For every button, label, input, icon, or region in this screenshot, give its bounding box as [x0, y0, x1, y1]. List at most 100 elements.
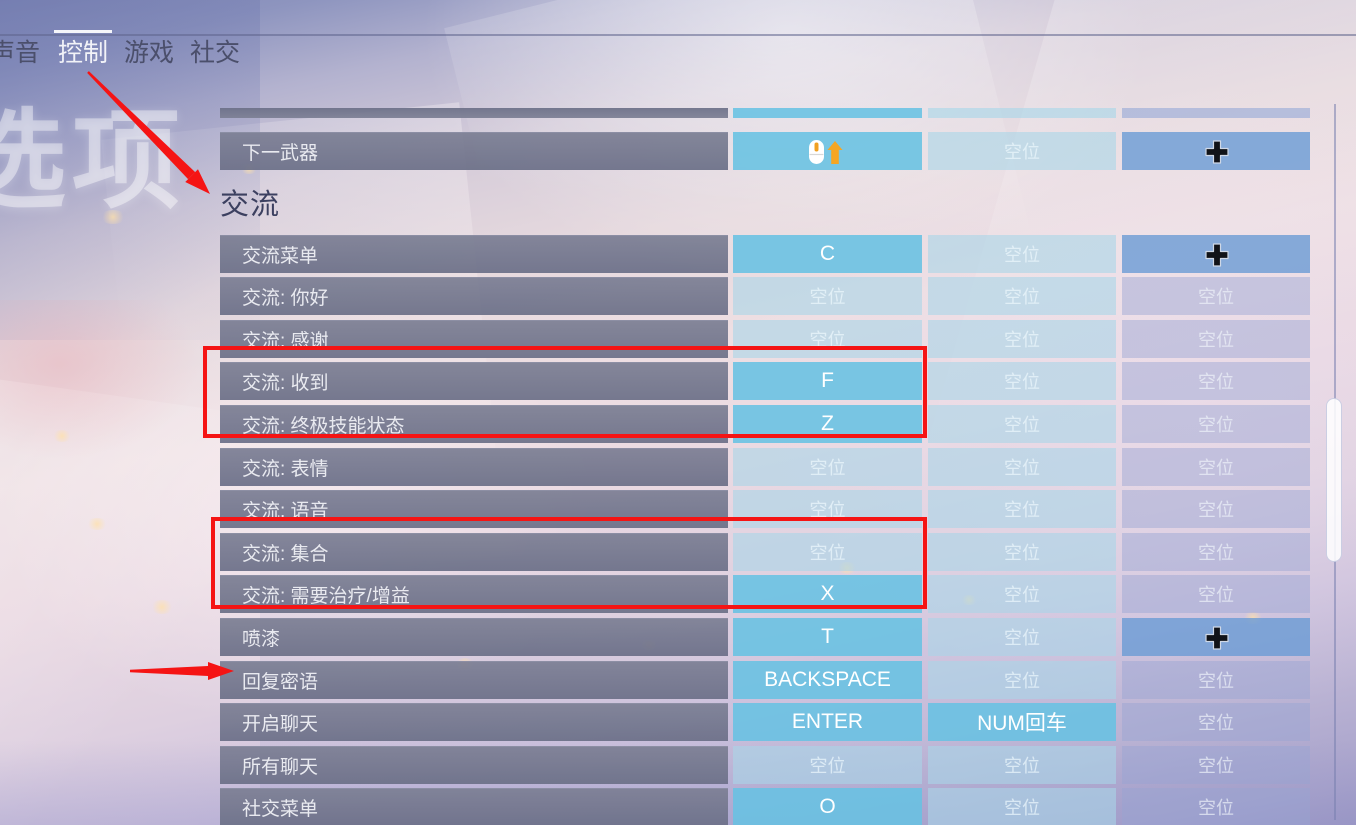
keybind-slot-1[interactable]: T — [733, 618, 922, 656]
keybind-slot-1[interactable]: 空位 — [733, 277, 922, 316]
keybind-slot-2[interactable]: 空位 — [928, 490, 1116, 529]
keybind-slot-1[interactable]: ENTER — [733, 703, 922, 742]
keybind-value: 空位 — [1004, 329, 1040, 350]
keybind-slot-3[interactable]: 空位 — [1122, 575, 1310, 614]
keybind-value: NUM回车 — [977, 712, 1067, 736]
keybind-slot-1[interactable]: C — [733, 234, 922, 273]
keybind-value: 空位 — [1198, 585, 1234, 606]
keybind-slot-2[interactable]: 空位 — [928, 618, 1116, 656]
keybind-value: 空位 — [1004, 142, 1040, 162]
dpad-icon — [1203, 624, 1229, 650]
keybind-value: 空位 — [1198, 713, 1234, 734]
keybind-row[interactable]: 回复密语 BACKSPACE 空位 空位 — [0, 660, 1320, 699]
keybind-slot-2[interactable]: 空位 — [928, 788, 1116, 825]
keybind-slot-2[interactable]: 空位 — [928, 575, 1116, 614]
keybind-row[interactable]: 交流: 你好 空位 空位 空位 — [0, 277, 1320, 316]
tab-label: 控制 — [58, 39, 109, 67]
keybind-slot-1[interactable]: BACKSPACE — [733, 660, 922, 699]
keybind-action-label: 开启聊天 — [220, 703, 728, 742]
keybind-slot-1[interactable]: 空位 — [733, 447, 922, 486]
keybind-slot-3[interactable]: 空位 — [1122, 660, 1310, 699]
keybind-action-label: 喷漆 — [220, 618, 728, 656]
keybind-slot-2[interactable]: 空位 — [928, 745, 1116, 784]
keybind-value: 空位 — [1004, 415, 1040, 435]
keybind-action-label: 交流: 集合 — [220, 532, 728, 571]
keybind-slot-3[interactable]: 空位 — [1122, 277, 1310, 316]
keybind-row[interactable]: 下一武器 空位 — [0, 132, 1320, 170]
keybind-row[interactable]: 交流: 语音 空位 空位 空位 — [0, 490, 1320, 529]
keybind-slot-2[interactable]: NUM回车 — [928, 703, 1116, 742]
keybind-row[interactable]: 交流: 收到 F 空位 空位 — [0, 362, 1320, 401]
keybind-slot-1[interactable]: F — [733, 362, 922, 401]
keybind-slot-2[interactable]: 空位 — [928, 319, 1116, 358]
keybind-slot-2[interactable]: 空位 — [928, 362, 1116, 401]
keybind-slot-3[interactable] — [1122, 618, 1310, 656]
keybind-slot-1[interactable]: X — [733, 575, 922, 614]
keybind-row[interactable]: 交流: 集合 空位 空位 空位 — [0, 532, 1320, 571]
tab-2[interactable]: 游戏 — [120, 36, 178, 70]
keybind-value: ENTER — [791, 710, 864, 734]
scrollbar-thumb[interactable] — [1326, 397, 1342, 563]
keybind-value: 空位 — [1198, 670, 1234, 691]
keybind-value: 空位 — [1198, 500, 1234, 521]
clipped-row-above — [0, 108, 1320, 118]
keybind-action-label: 下一武器 — [220, 132, 728, 170]
keybind-slot-1[interactable]: 空位 — [733, 490, 922, 529]
mouse-scroll-up-icon — [805, 138, 851, 164]
keybind-row[interactable]: 交流菜单 C 空位 — [0, 234, 1320, 273]
keybind-slot-1[interactable]: 空位 — [733, 532, 922, 571]
keybind-slot-3[interactable] — [1122, 234, 1310, 273]
keybind-slot-3[interactable]: 空位 — [1122, 319, 1310, 358]
keybind-row[interactable]: 所有聊天 空位 空位 空位 — [0, 745, 1320, 784]
keybind-slot-2[interactable]: 空位 — [928, 234, 1116, 273]
keybind-action-label: 交流: 表情 — [220, 447, 728, 486]
keybind-value: O — [819, 795, 836, 819]
keybind-slot-3[interactable]: 空位 — [1122, 362, 1310, 401]
keybind-slot-3[interactable]: 空位 — [1122, 532, 1310, 571]
keybind-row[interactable]: 交流: 感谢 空位 空位 空位 — [0, 319, 1320, 358]
dpad-icon — [1203, 138, 1229, 164]
keybind-slot-2[interactable]: 空位 — [928, 660, 1116, 699]
keybind-slot-3[interactable] — [1122, 132, 1310, 170]
keybind-slot-2[interactable]: 空位 — [928, 447, 1116, 486]
keybind-slot-2[interactable]: 空位 — [928, 532, 1116, 571]
scrollbar[interactable] — [1326, 104, 1342, 820]
keybind-slot-3[interactable]: 空位 — [1122, 703, 1310, 742]
keybind-slot-2[interactable]: 空位 — [928, 132, 1116, 170]
keybind-slot-3[interactable]: 空位 — [1122, 405, 1310, 443]
keybind-slot-1[interactable] — [733, 132, 922, 170]
keybind-list[interactable]: 下一武器 空位 交流 交流菜单 C 空位 交流: 你好 空位 空位 空位 交流: 感谢 空位 空位 空位交… — [0, 118, 1320, 825]
keybind-value: 空位 — [809, 457, 846, 478]
keybind-value: X — [820, 582, 835, 606]
keybind-value: Z — [821, 412, 834, 435]
keybind-value: C — [819, 241, 836, 265]
keybind-slot-2[interactable]: 空位 — [928, 277, 1116, 316]
keybind-slot-1[interactable]: Z — [733, 405, 922, 443]
keybind-value: 空位 — [809, 755, 846, 776]
tab-0[interactable]: 声音 — [0, 36, 44, 70]
keybind-row[interactable]: 交流: 需要治疗/增益 X 空位 空位 — [0, 575, 1320, 614]
keybind-row[interactable]: 开启聊天 ENTER NUM回车 空位 — [0, 703, 1320, 742]
keybind-action-label: 交流: 需要治疗/增益 — [220, 575, 728, 614]
tab-label: 游戏 — [124, 39, 175, 67]
keybind-row[interactable]: 交流: 表情 空位 空位 空位 — [0, 447, 1320, 486]
keybind-row[interactable]: 社交菜单 O 空位 空位 — [0, 788, 1320, 825]
keybind-slot-1[interactable]: 空位 — [733, 745, 922, 784]
tab-3[interactable]: 社交 — [186, 36, 244, 70]
keybind-slot-3[interactable]: 空位 — [1122, 745, 1310, 784]
tab-1[interactable]: 控制 — [54, 30, 113, 70]
keybind-slot-3[interactable]: 空位 — [1122, 788, 1310, 825]
tab-label: 声音 — [0, 39, 41, 67]
keybind-row[interactable]: 交流: 终极技能状态 Z 空位 空位 — [0, 405, 1320, 443]
keybind-value: 空位 — [1198, 372, 1234, 393]
keybind-row[interactable]: 喷漆 T 空位 — [0, 618, 1320, 656]
keybind-value: 空位 — [1004, 755, 1040, 776]
keybind-slot-1[interactable]: O — [733, 788, 922, 825]
keybind-slot-1[interactable]: 空位 — [733, 319, 922, 358]
keybind-slot-2[interactable]: 空位 — [928, 405, 1116, 443]
keybind-slot-3[interactable]: 空位 — [1122, 490, 1310, 529]
keybind-value: 空位 — [1198, 798, 1234, 819]
keybind-value: T — [821, 625, 834, 648]
keybind-slot-3[interactable]: 空位 — [1122, 447, 1310, 486]
keybind-value: 空位 — [1004, 798, 1040, 819]
